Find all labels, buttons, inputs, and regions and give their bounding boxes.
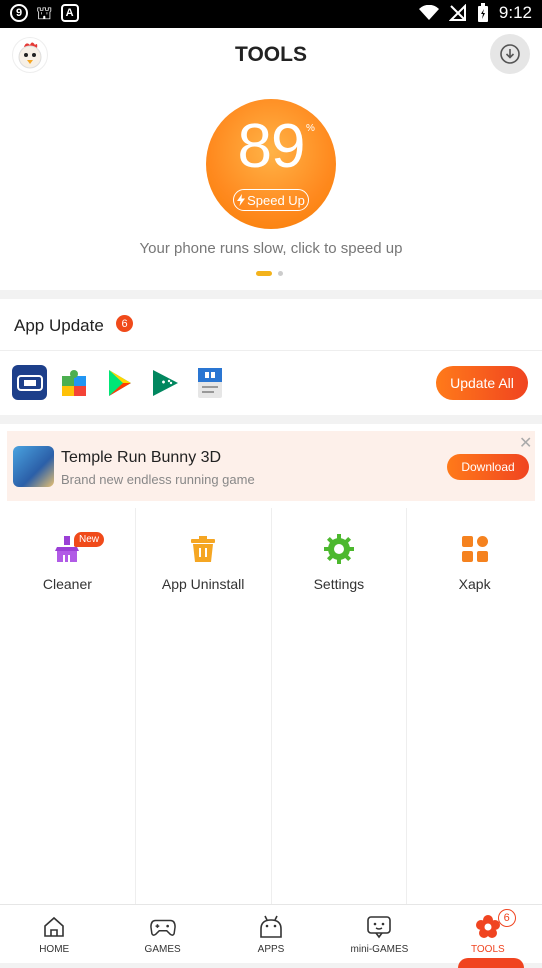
fab-edge[interactable]	[458, 958, 524, 968]
bolt-icon	[237, 194, 246, 206]
nav-games[interactable]: GAMES	[108, 905, 216, 963]
header: TOOLS	[0, 28, 542, 82]
app-update-count-badge: 6	[116, 315, 133, 332]
no-signal-icon	[448, 4, 466, 21]
bug-icon: ⛫	[36, 3, 53, 23]
tool-label: Settings	[313, 576, 365, 592]
battery-icon	[477, 3, 488, 22]
mod-icon: 9	[10, 4, 28, 22]
update-app-list	[12, 365, 227, 400]
download-icon	[500, 44, 520, 64]
update-all-button[interactable]: Update All	[436, 366, 528, 400]
xapk-icon	[460, 534, 490, 564]
carousel-dots	[256, 271, 283, 276]
speed-unit: %	[306, 123, 315, 134]
home-icon	[41, 914, 67, 940]
app-update-title[interactable]: App Update	[14, 316, 104, 336]
mini-games-icon	[366, 914, 392, 940]
play-games-icon[interactable]	[147, 365, 182, 400]
carousel-dot[interactable]	[278, 271, 283, 276]
new-badge: New	[74, 532, 104, 547]
nav-label: APPS	[257, 944, 285, 955]
nav-home[interactable]: HOME	[0, 905, 108, 963]
tool-label: Xapk	[458, 576, 491, 592]
bottom-nav: HOME GAMES APPS mini-GAMES TOOLS 6	[0, 904, 542, 963]
tool-cleaner[interactable]: New Cleaner	[0, 508, 136, 904]
nav-label: TOOLS	[470, 944, 505, 955]
ad-subtitle: Brand new endless running game	[61, 472, 255, 487]
tool-label: App Uninstall	[161, 576, 245, 592]
tool-label: Cleaner	[42, 576, 92, 592]
speed-gauge[interactable]: 89 % Speed Up	[206, 99, 336, 229]
game-controller-app-icon[interactable]	[12, 365, 47, 400]
divider	[0, 350, 542, 351]
nav-mini-games[interactable]: mini-GAMES	[325, 905, 433, 963]
speed-up-label: Speed Up	[247, 192, 305, 208]
ad-banner[interactable]: Temple Run Bunny 3D Brand new endless ru…	[7, 431, 535, 501]
trash-icon	[188, 534, 218, 564]
carousel-dot-active[interactable]	[256, 271, 272, 276]
a-icon: A	[60, 4, 79, 22]
play-store-icon[interactable]	[102, 365, 137, 400]
nav-label: mini-GAMES	[350, 944, 409, 955]
speed-caption: Your phone runs slow, click to speed up	[139, 240, 403, 257]
status-bar: 9 ⛫ A 9:12	[0, 0, 542, 28]
ad-section: Temple Run Bunny 3D Brand new endless ru…	[0, 424, 542, 508]
android-icon	[258, 914, 284, 940]
tool-settings[interactable]: Settings	[272, 508, 408, 904]
nav-label: GAMES	[144, 944, 181, 955]
nav-label: HOME	[39, 944, 70, 955]
clock: 9:12	[498, 3, 532, 22]
speed-up-button[interactable]: Speed Up	[233, 189, 309, 211]
nav-apps[interactable]: APPS	[217, 905, 325, 963]
wifi-icon	[418, 5, 439, 20]
speed-panel: 89 % Speed Up Your phone runs slow, clic…	[0, 82, 542, 290]
close-icon[interactable]: ✕	[519, 433, 532, 453]
download-button[interactable]	[490, 34, 530, 74]
docs-app-icon[interactable]	[192, 365, 227, 400]
gear-icon	[323, 534, 354, 564]
tools-grid: New Cleaner App Uninstall Settings Xapk	[0, 508, 542, 904]
nav-tools[interactable]: TOOLS 6	[434, 905, 542, 963]
game-thumbnail[interactable]	[13, 446, 54, 487]
app-update-section: App Update 6 Update All	[0, 299, 542, 415]
gamepad-icon	[149, 914, 176, 940]
ad-title[interactable]: Temple Run Bunny 3D	[61, 449, 221, 467]
tools-flower-icon	[475, 914, 501, 940]
speed-score: 89	[237, 112, 306, 181]
tool-xapk[interactable]: Xapk	[407, 508, 542, 904]
tools-count-badge: 6	[497, 909, 516, 927]
puzzle-app-icon[interactable]	[57, 365, 92, 400]
tool-app-uninstall[interactable]: App Uninstall	[136, 508, 272, 904]
download-ad-button[interactable]: Download	[447, 454, 529, 480]
page-title: TOOLS	[235, 43, 307, 66]
